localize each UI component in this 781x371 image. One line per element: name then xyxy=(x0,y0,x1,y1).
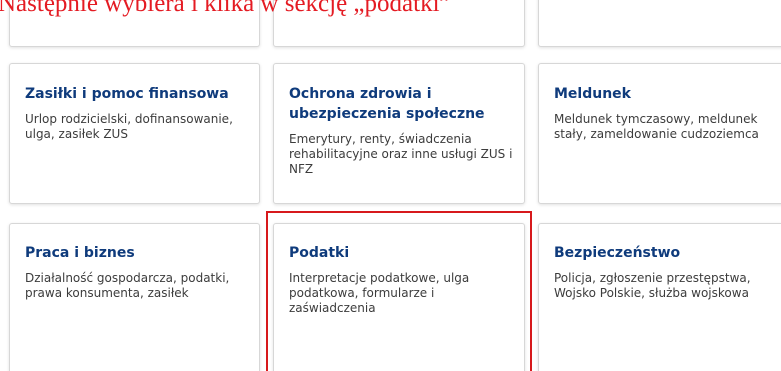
card-title[interactable]: Ochrona zdrowia i ubezpieczenia społeczn… xyxy=(289,84,514,124)
category-card-ochrona-zdrowia[interactable]: Ochrona zdrowia i ubezpieczenia społeczn… xyxy=(273,63,525,204)
category-card-partial[interactable] xyxy=(538,0,781,47)
category-card-praca-i-biznes[interactable]: Praca i biznes Działalność gospodarcza, … xyxy=(9,223,260,371)
category-card-bezpieczenstwo[interactable]: Bezpieczeństwo Policja, zgłoszenie przes… xyxy=(538,223,781,371)
card-description: Meldunek tymczasowy, meldunek stały, zam… xyxy=(554,112,759,141)
category-card-zasilki[interactable]: Zasiłki i pomoc finansowa Urlop rodzicie… xyxy=(9,63,260,204)
screenshot-stage: Następnie wybiera i klika w sekcję „poda… xyxy=(0,0,781,371)
card-title[interactable]: Podatki xyxy=(289,243,514,263)
card-title[interactable]: Meldunek xyxy=(554,84,781,104)
card-description: Interpretacje podatkowe, ulga podatkowa,… xyxy=(289,271,470,315)
category-card-podatki[interactable]: Podatki Interpretacje podatkowe, ulga po… xyxy=(273,223,525,371)
instruction-caption: Następnie wybiera i klika w sekcję „poda… xyxy=(0,0,451,17)
card-title[interactable]: Zasiłki i pomoc finansowa xyxy=(25,84,249,104)
card-title[interactable]: Bezpieczeństwo xyxy=(554,243,781,263)
category-card-meldunek[interactable]: Meldunek Meldunek tymczasowy, meldunek s… xyxy=(538,63,781,204)
card-description: Działalność gospodarcza, podatki, prawa … xyxy=(25,271,230,300)
card-description: Policja, zgłoszenie przestępstwa, Wojsko… xyxy=(554,271,751,300)
card-description: Urlop rodzicielski, dofinansowanie, ulga… xyxy=(25,112,233,141)
card-title[interactable]: Praca i biznes xyxy=(25,243,249,263)
card-description: Emerytury, renty, świadczenia rehabilita… xyxy=(289,132,513,176)
